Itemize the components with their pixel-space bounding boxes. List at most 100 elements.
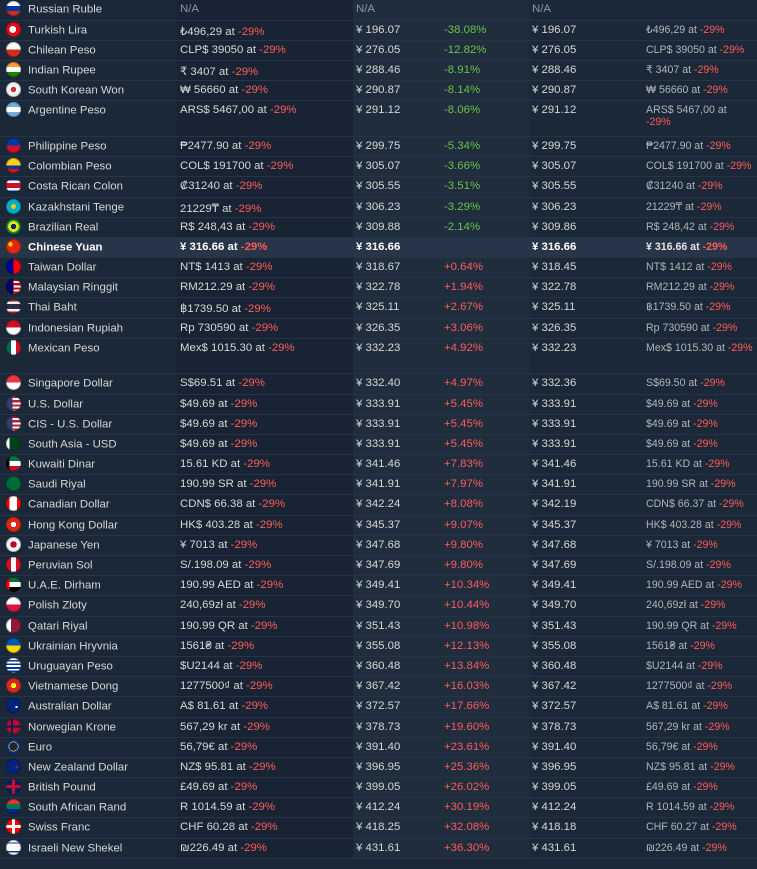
converted-price-alt-cell: ¥ 341.91 <box>529 474 643 496</box>
local-price-alt-cell: 190.99 SR at -29% <box>643 474 757 496</box>
local-price-alt-cell: ARS$ 5467,00 at -29% <box>643 100 757 137</box>
discount-badge-alt: -29% <box>704 458 730 471</box>
local-price: ₡31240 at <box>180 180 236 193</box>
local-price-cell: R 1014.59 at -29% <box>177 797 353 819</box>
converted-price-alt-cell: ¥ 288.46 <box>529 60 643 82</box>
local-price-alt-cell: CLP$ 39050 at -29% <box>643 40 757 62</box>
converted-price: ¥ 342.24 <box>356 498 401 511</box>
discount-badge: -29% <box>249 478 277 491</box>
local-price: ₩ 56660 at <box>180 84 242 97</box>
local-price: £49.69 at <box>180 781 231 794</box>
converted-price-alt-cell: ¥ 291.12 <box>529 100 643 137</box>
local-price-alt-cell: CHF 60.27 at -29% <box>643 817 757 839</box>
currency-name-cell: Euro <box>0 737 177 758</box>
percent-diff-cell: +30.19% <box>441 797 529 819</box>
saudi-flag-icon <box>6 476 21 492</box>
converted-price-alt: ¥ 349.41 <box>532 579 577 592</box>
currency-price-table: Russian Ruble N/A N/A N/A Turkish Lira ₺496,2… <box>0 0 757 859</box>
percent-diff-cell: +5.45% <box>441 414 529 435</box>
currency-name-cell: Thai Baht <box>0 297 177 319</box>
local-price-alt: $U2144 at <box>646 659 698 672</box>
percent-diff: +32.08% <box>444 821 490 834</box>
local-price-alt: ₪226.49 at <box>646 841 703 854</box>
percent-diff-cell: +17.66% <box>441 696 529 718</box>
currency-name-cell: Indian Rupee <box>0 60 177 82</box>
discount-badge-alt: -29% <box>706 139 731 152</box>
discount-badge: -29% <box>227 639 255 652</box>
singapore-flag-icon <box>6 375 21 391</box>
discount-badge-alt: -29% <box>700 599 726 612</box>
local-price: 56,79€ at <box>180 740 231 753</box>
percent-diff-cell: +12.13% <box>441 636 529 657</box>
converted-price-cell: ¥ 349.41 <box>353 575 441 597</box>
percent-diff: +26.02% <box>444 781 490 794</box>
local-price: COL$ 191700 at <box>180 160 267 173</box>
percent-diff: -38.08% <box>444 23 487 36</box>
converted-price-alt: ¥ 332.23 <box>532 341 577 354</box>
currency-name-cell: Philippine Peso <box>0 136 177 158</box>
uae-flag-icon <box>6 577 21 593</box>
converted-price-cell: ¥ 351.43 <box>353 616 441 637</box>
local-price-alt: 567,29 kr at <box>646 720 705 733</box>
discount-badge-alt: -29% <box>646 116 671 129</box>
local-price-alt-cell: ₡31240 at -29% <box>643 176 757 198</box>
percent-diff: +30.19% <box>444 801 490 814</box>
converted-price: ¥ 318.67 <box>356 261 401 274</box>
local-price: HK$ 403.28 at <box>180 518 256 531</box>
local-price-alt: ¥ 316.66 at <box>646 240 703 253</box>
converted-price: ¥ 326.35 <box>356 321 401 334</box>
converted-price-alt-cell: ¥ 391.40 <box>529 737 643 758</box>
local-price-cell: R$ 248,43 at -29% <box>177 217 353 238</box>
local-price-cell: 190.99 AED at -29% <box>177 575 353 597</box>
currency-name-cell: Colombian Peso <box>0 156 177 178</box>
local-price-alt-cell: 21229₸ at -29% <box>643 197 757 218</box>
percent-diff: -3.51% <box>444 180 481 193</box>
local-price-alt-cell: COL$ 191700 at -29% <box>643 156 757 178</box>
converted-price: ¥ 306.23 <box>356 200 401 213</box>
local-price-alt-cell: Mex$ 1015.30 at -29% <box>643 338 757 375</box>
local-price-alt: CHF 60.27 at <box>646 821 712 834</box>
local-price-alt: 21229₸ at <box>646 200 697 213</box>
table-row: Norwegian Krone 567,29 kr at -29% ¥ 378.73… <box>0 717 757 738</box>
switzerland-flag-icon <box>6 819 21 835</box>
local-price-cell: RM212.29 at -29% <box>177 277 353 299</box>
discount-badge: -29% <box>230 740 258 753</box>
table-row: Costa Rican Colon ₡31240 at -29% ¥ 305.55-… <box>0 176 757 198</box>
currency-name: Argentine Peso <box>28 104 106 117</box>
local-price-cell: 1277500₫ at -29% <box>177 676 353 698</box>
local-price-cell: 190.99 QR at -29% <box>177 616 353 637</box>
discount-badge: -29% <box>241 700 269 713</box>
table-row: Taiwan Dollar NT$ 1413 at -29% ¥ 318.67 +0.… <box>0 257 757 279</box>
local-price-alt: 1561₴ at <box>646 639 691 652</box>
converted-price: ¥ 396.95 <box>356 760 401 773</box>
local-price-alt-cell: $49.69 at -29% <box>643 414 757 435</box>
converted-price-alt-cell: ¥ 399.05 <box>529 777 643 799</box>
cis-flag-icon <box>6 415 21 431</box>
percent-diff: -8.91% <box>444 64 481 77</box>
percent-diff-cell: +9.80% <box>441 535 529 557</box>
converted-price-cell: ¥ 399.05 <box>353 777 441 799</box>
local-price: 15.61 KD at <box>180 458 244 471</box>
converted-price-alt: ¥ 333.91 <box>532 417 577 430</box>
converted-price-alt: ¥ 347.68 <box>532 538 577 551</box>
converted-price-alt-cell: ¥ 306.23 <box>529 197 643 218</box>
converted-price-cell: ¥ 325.11 <box>353 297 441 319</box>
local-price: Mex$ 1015.30 at <box>180 341 269 354</box>
local-price-alt-cell: ₺496,29 at -29% <box>643 20 757 41</box>
converted-price-alt: ¥ 276.05 <box>532 43 577 56</box>
local-price-alt: 190.99 SR at <box>646 478 711 491</box>
discount-badge-alt: -29% <box>709 281 735 294</box>
local-price-alt-cell: 190.99 QR at -29% <box>643 616 757 637</box>
discount-badge: -29% <box>249 760 276 773</box>
local-price: 190.99 QR at <box>180 619 251 632</box>
converted-price: ¥ 360.48 <box>356 659 401 672</box>
kazakhstan-flag-icon <box>6 198 21 214</box>
currency-name: Saudi Riyal <box>28 478 86 491</box>
percent-diff-cell: -3.29% <box>441 197 529 218</box>
discount-badge-alt: -29% <box>716 518 742 531</box>
southafrica-flag-icon <box>6 799 21 815</box>
table-row: South Korean Won ₩ 56660 at -29% ¥ 290.87-… <box>0 80 757 102</box>
currency-name-cell: U.A.E. Dirham <box>0 575 177 597</box>
percent-diff: +7.97% <box>444 478 483 491</box>
local-price: RM212.29 at <box>180 281 249 294</box>
